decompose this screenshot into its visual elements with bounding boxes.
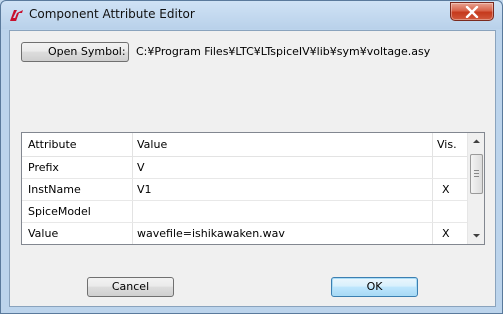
scroll-down-arrow-icon — [473, 234, 480, 238]
title-bar[interactable]: Component Attribute Editor — [1, 1, 502, 29]
header-vis[interactable]: Vis. — [437, 134, 457, 156]
header-attribute[interactable]: Attribute — [28, 134, 77, 156]
table-row[interactable]: InstName V1 X — [22, 179, 467, 201]
open-symbol-label: Open Symbol: — [48, 45, 126, 58]
grip-line — [474, 170, 479, 171]
table-row[interactable]: Prefix V — [22, 157, 467, 179]
table-header: Attribute Value Vis. — [22, 133, 467, 157]
close-icon — [465, 6, 479, 18]
row-vis[interactable]: X — [442, 179, 450, 201]
row-value[interactable]: V — [137, 157, 145, 179]
row-attribute: Prefix — [28, 161, 59, 174]
component-attribute-editor-window: Component Attribute Editor Open Symbol: … — [0, 0, 503, 314]
grip-line — [474, 176, 479, 177]
row-attribute: SpiceModel — [28, 205, 91, 218]
close-button[interactable] — [450, 2, 494, 21]
scroll-thumb[interactable] — [470, 154, 483, 194]
ltspice-logo-icon — [8, 7, 24, 23]
row-attribute: InstName — [28, 183, 81, 196]
header-value[interactable]: Value — [137, 134, 167, 156]
table-row[interactable]: Value wavefile=ishikawaken.wav X — [22, 223, 467, 244]
row-value[interactable]: wavefile=ishikawaken.wav — [137, 223, 285, 244]
grip-line — [474, 173, 479, 174]
open-symbol-button[interactable]: Open Symbol: — [21, 42, 129, 62]
dialog-body: Open Symbol: C:¥Program Files¥LTC¥LTspic… — [9, 30, 496, 307]
scroll-up-arrow-icon — [473, 139, 480, 143]
vertical-scrollbar[interactable] — [467, 133, 484, 244]
row-vis[interactable]: X — [442, 223, 450, 244]
scroll-up-button[interactable] — [468, 133, 484, 150]
symbol-path: C:¥Program Files¥LTC¥LTspiceIV¥lib¥sym¥v… — [136, 45, 431, 58]
cancel-button[interactable]: Cancel — [87, 277, 174, 297]
scroll-down-button[interactable] — [468, 227, 484, 244]
window-title: Component Attribute Editor — [29, 7, 195, 21]
table-row[interactable]: SpiceModel — [22, 201, 467, 223]
row-value[interactable]: V1 — [137, 179, 152, 201]
attribute-table: Attribute Value Vis. Prefix V InstName V… — [21, 132, 485, 245]
ok-button[interactable]: OK — [331, 277, 418, 297]
row-attribute: Value — [28, 227, 59, 240]
